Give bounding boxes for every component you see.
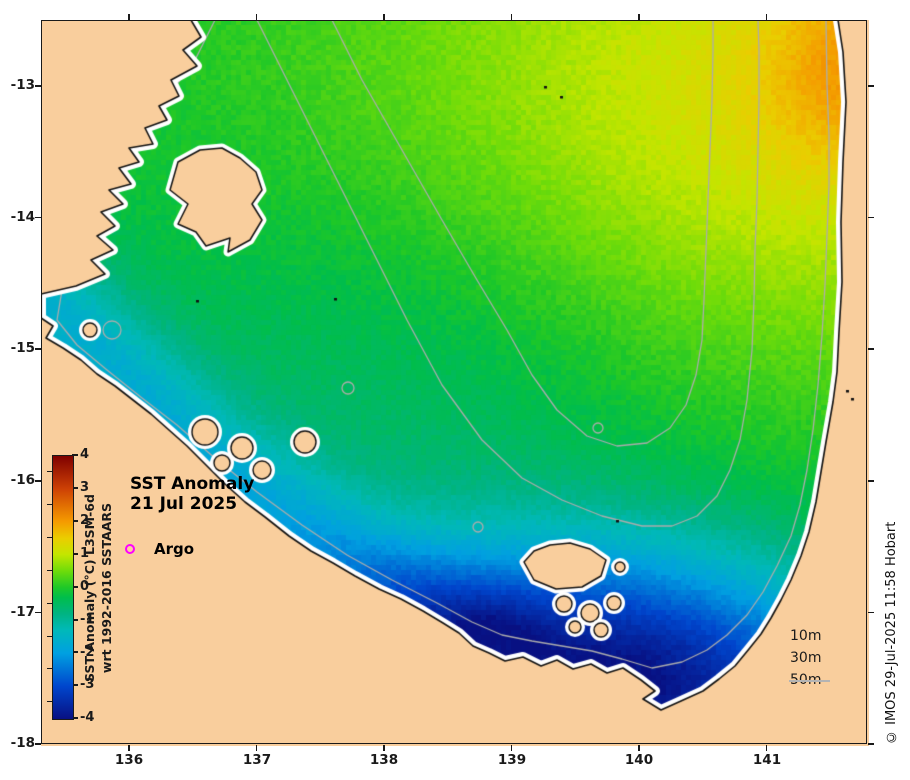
argo-label: Argo	[154, 540, 194, 558]
lat-tick-label: -17	[1, 604, 35, 620]
colorbar-axis-label-line1: SST Anomaly (°C) L3SM-6d	[81, 478, 98, 698]
argo-marker-icon	[125, 544, 135, 554]
lon-tick-label: 140	[614, 752, 664, 768]
colorbar-axis-label-line2: wrt 1992-2016 SSTAARS	[98, 478, 115, 698]
depth-label-10m: 10m	[790, 625, 821, 647]
lon-tick-label: 141	[742, 752, 792, 768]
lat-tick-label: -16	[1, 472, 35, 488]
lat-tick-label: -15	[1, 340, 35, 356]
lat-tick-label: -14	[1, 209, 35, 225]
lon-tick-label: 139	[487, 752, 537, 768]
map-date-line: 21 Jul 2025	[130, 494, 254, 514]
colorbar-axis-label: SST Anomaly (°C) L3SM-6d wrt 1992-2016 S…	[81, 478, 117, 698]
sst-map-canvas	[41, 20, 869, 746]
map-title: SST Anomaly 21 Jul 2025	[130, 474, 254, 514]
contour-sample-line	[789, 680, 830, 682]
colorbar	[52, 455, 74, 720]
map-title-line1: SST Anomaly	[130, 474, 254, 494]
sst-anomaly-figure: -13 -14 -15 -16 -17 -18 136 137 138 139 …	[0, 0, 910, 780]
depth-label-30m: 30m	[790, 647, 821, 669]
lon-tick-label: 137	[232, 752, 282, 768]
lon-tick-label: 138	[359, 752, 409, 768]
copyright-text: © IMOS 29-Jul-2025 11:58 Hobart	[884, 486, 899, 744]
lon-tick-label: 136	[104, 752, 154, 768]
lat-tick-label: -13	[1, 77, 35, 93]
colorbar-tick-label: 4	[80, 447, 114, 462]
lat-tick-label: -18	[1, 735, 35, 751]
colorbar-tick-label: -4	[80, 710, 114, 725]
